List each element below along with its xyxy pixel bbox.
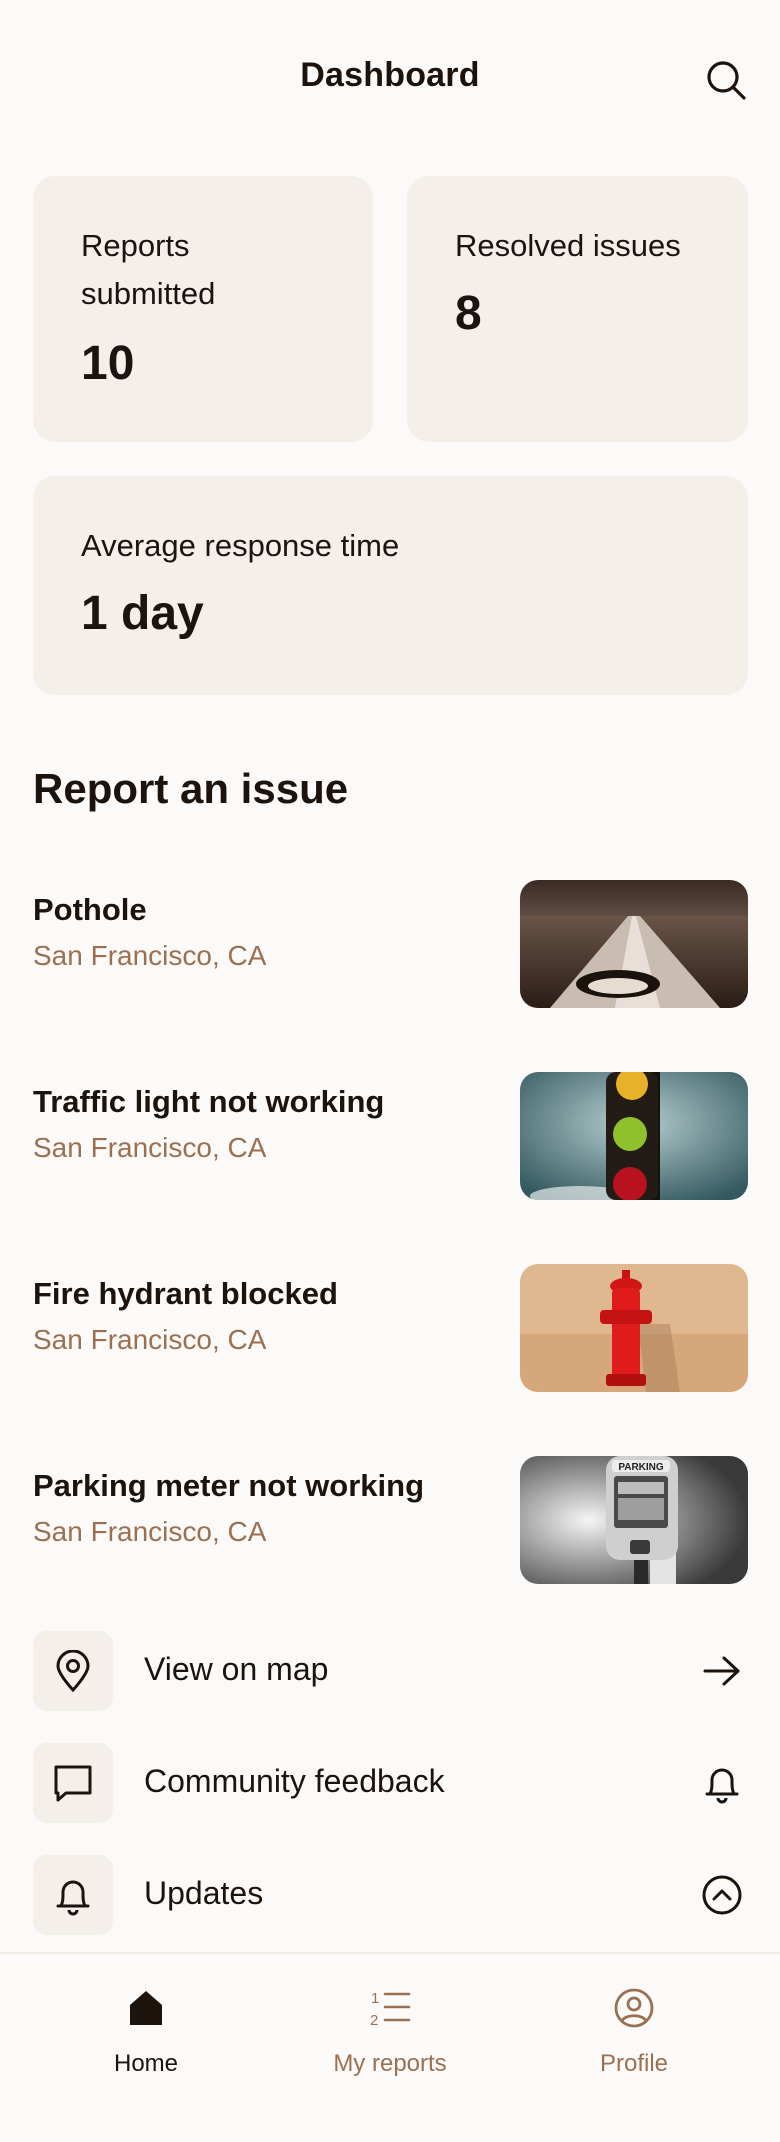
report-item-parking-meter[interactable]: Parking meter not working San Francisco,… [0, 1456, 780, 1586]
report-item-location: San Francisco, CA [33, 1132, 267, 1163]
nav-item-home[interactable]: Home [46, 1980, 246, 2100]
report-item-title: Pothole [33, 892, 147, 927]
nav-item-my-reports[interactable]: 1 2 My reports [290, 1980, 490, 2100]
stat-card-reports-submitted: Reports submitted 10 [33, 176, 373, 442]
user-circle-icon [614, 1988, 654, 2028]
view-on-map-row[interactable]: View on map [0, 1631, 780, 1711]
report-item-fire-hydrant[interactable]: Fire hydrant blocked San Francisco, CA [0, 1264, 780, 1394]
stat-card-resolved-issues: Resolved issues 8 [407, 176, 748, 442]
chevron-up-circle-icon [702, 1875, 742, 1915]
updates-row[interactable]: Updates [0, 1855, 780, 1935]
collapse-button[interactable] [700, 1873, 744, 1917]
map-pin-icon-container [33, 1631, 113, 1711]
stat-value: 8 [455, 287, 482, 340]
report-item-title: Fire hydrant blocked [33, 1276, 338, 1311]
page-title: Dashboard [300, 56, 480, 94]
svg-text:1: 1 [371, 1990, 379, 2007]
action-label: Updates [144, 1875, 264, 1911]
fire-hydrant-image [520, 1264, 748, 1392]
numbered-list-icon: 1 2 [370, 1990, 411, 2028]
search-button[interactable] [702, 56, 750, 104]
map-pin-icon [56, 1650, 90, 1692]
community-feedback-row[interactable]: Community feedback [0, 1743, 780, 1823]
nav-label: Home [113, 2050, 179, 2077]
bell-icon [56, 1880, 90, 1916]
stat-label: Average response time [81, 528, 400, 563]
report-item-pothole[interactable]: Pothole San Francisco, CA [0, 880, 780, 1010]
arrow-right-icon [703, 1656, 740, 1686]
nav-label: Profile [599, 2050, 669, 2077]
svg-text:2: 2 [370, 2012, 378, 2028]
stat-card-average-response-time: Average response time 1 day [33, 476, 748, 695]
pothole-image [520, 880, 748, 1008]
stat-label: Reports submitted [81, 228, 216, 311]
action-label: Community feedback [144, 1763, 445, 1799]
bottom-navigation: Home 1 2 My reports Profile [0, 1952, 780, 2142]
report-item-title: Traffic light not working [33, 1084, 385, 1119]
stat-value: 10 [81, 337, 135, 390]
nav-item-profile[interactable]: Profile [534, 1980, 734, 2100]
arrow-right-button[interactable] [700, 1649, 744, 1693]
parking-meter-image: PARKING [520, 1456, 748, 1584]
bell-icon-container [33, 1855, 113, 1935]
top-app-bar: Dashboard [0, 0, 780, 155]
section-title: Report an issue [33, 765, 349, 812]
bell-icon [705, 1768, 739, 1804]
report-item-location: San Francisco, CA [33, 1324, 267, 1355]
report-item-location: San Francisco, CA [33, 1516, 267, 1547]
chat-icon-container [33, 1743, 113, 1823]
action-label: View on map [144, 1651, 329, 1687]
chat-icon [54, 1765, 92, 1802]
search-icon [707, 61, 746, 100]
parking-sign-text: PARKING [618, 1462, 664, 1473]
home-icon [130, 1991, 162, 2025]
stat-value: 1 day [81, 587, 204, 640]
traffic-light-image [520, 1072, 748, 1200]
report-item-traffic-light[interactable]: Traffic light not working San Francisco,… [0, 1072, 780, 1202]
report-item-title: Parking meter not working [33, 1468, 425, 1503]
nav-label: My reports [333, 2050, 447, 2077]
notify-button[interactable] [700, 1761, 744, 1805]
stat-label: Resolved issues [455, 228, 681, 263]
report-item-location: San Francisco, CA [33, 940, 267, 971]
